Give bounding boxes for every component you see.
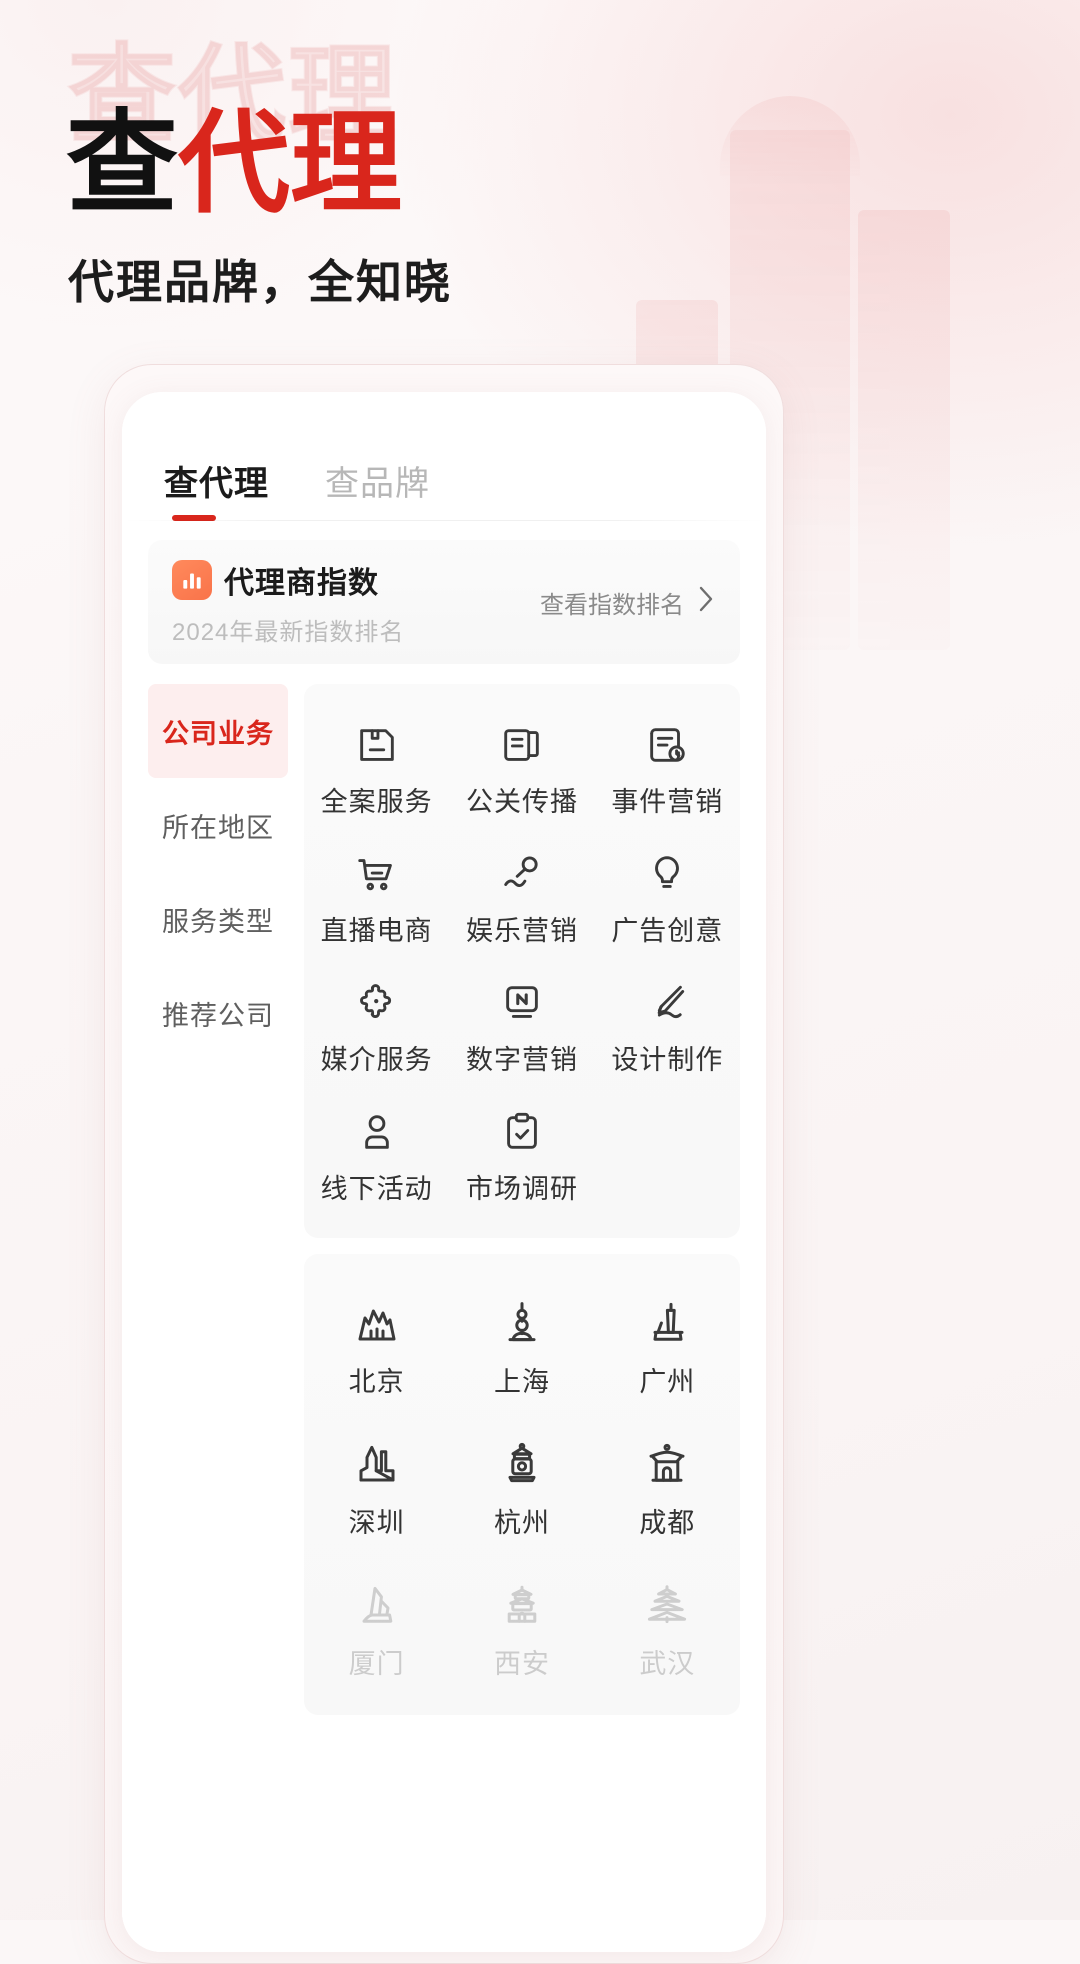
sidebar-item-company-business[interactable]: 公司业务 (148, 684, 288, 778)
sidebar-item-label-3: 推荐公司 (162, 1000, 274, 1031)
sidebar-item-recommended-company[interactable]: 推荐公司 (148, 966, 288, 1060)
xian-bell-tower-icon (498, 1582, 546, 1630)
service-label-1: 公关传播 (465, 787, 578, 817)
puzzle-piece-icon (354, 980, 400, 1026)
view-index-ranking-link[interactable]: 查看指数排名 (540, 584, 716, 621)
service-grid-spacer (595, 1099, 740, 1214)
microphone-icon (499, 851, 545, 897)
service-item-live-ecommerce[interactable]: 直播电商 (304, 841, 449, 956)
service-label-3: 直播电商 (320, 916, 433, 946)
service-label-6: 媒介服务 (320, 1045, 433, 1075)
sidebar-item-label-2: 服务类型 (162, 906, 274, 937)
city-item-beijing[interactable]: 北京 (304, 1282, 449, 1409)
bar-chart-icon (172, 559, 212, 600)
service-label-7: 数字营销 (465, 1045, 578, 1075)
yellow-crane-tower-icon (643, 1582, 691, 1630)
city-label-1: 上海 (493, 1367, 550, 1397)
book-page-icon (499, 722, 545, 768)
service-item-entertainment-marketing[interactable]: 娱乐营销 (449, 841, 594, 956)
shopping-cart-icon (354, 851, 400, 897)
service-item-full-case[interactable]: 全案服务 (304, 712, 449, 827)
service-item-ad-creative[interactable]: 广告创意 (595, 841, 740, 956)
city-panel: 北京 上海 广州 深圳 杭州 成都 厦门 西安 武汉 (304, 1254, 740, 1715)
agency-index-title: 代理商指数 (224, 566, 379, 600)
pen-stroke-icon (644, 980, 690, 1026)
city-label-5: 成都 (639, 1508, 696, 1538)
building-tower-2 (858, 210, 950, 650)
service-label-10: 市场调研 (465, 1174, 578, 1204)
xiamen-sail-icon (353, 1582, 401, 1630)
agency-index-subtitle: 2024年最新指数排名 (172, 618, 405, 646)
city-grid: 北京 上海 广州 深圳 杭州 成都 厦门 西安 武汉 (304, 1282, 740, 1691)
city-label-2: 广州 (639, 1367, 696, 1397)
service-item-event-marketing[interactable]: 事件营销 (595, 712, 740, 827)
tab-divider (122, 520, 766, 521)
page-title-part-black: 查 (66, 101, 178, 226)
document-clock-icon (644, 722, 690, 768)
city-item-chengdu[interactable]: 成都 (595, 1423, 740, 1550)
tab-agency[interactable]: 查代理 (164, 456, 269, 521)
pagoda-lantern-icon (498, 1441, 546, 1489)
agency-index-card[interactable]: 代理商指数 2024年最新指数排名 查看指数排名 (148, 540, 740, 664)
city-label-4: 杭州 (493, 1508, 550, 1538)
sidebar-item-region[interactable]: 所在地区 (148, 778, 288, 872)
city-label-6: 厦门 (348, 1649, 405, 1679)
page-title: 查代理 (66, 108, 402, 220)
canton-tower-icon (643, 1300, 691, 1348)
city-item-wuhan[interactable]: 武汉 (595, 1564, 740, 1691)
city-label-8: 武汉 (639, 1649, 696, 1679)
screen-bottom-fade (122, 1802, 766, 1952)
lightbulb-icon (644, 851, 690, 897)
content-row: 公司业务 所在地区 服务类型 推荐公司 全案服务 公关传播 事件营销 直播电商 … (148, 684, 740, 1715)
phone-screen: 查代理 查品牌 代理商指数 2024年最新指数排名 查看指数排名 公司业务 所在… (122, 392, 766, 1952)
service-item-media-service[interactable]: 媒介服务 (304, 970, 449, 1085)
clipboard-check-icon (499, 1109, 545, 1155)
service-label-0: 全案服务 (320, 787, 433, 817)
service-item-design-production[interactable]: 设计制作 (595, 970, 740, 1085)
city-item-shenzhen[interactable]: 深圳 (304, 1423, 449, 1550)
service-item-market-research[interactable]: 市场调研 (449, 1099, 594, 1214)
chevron-right-icon (696, 584, 716, 621)
service-item-pr-communication[interactable]: 公关传播 (449, 712, 594, 827)
person-icon (354, 1109, 400, 1155)
city-label-0: 北京 (348, 1367, 405, 1397)
tab-brand[interactable]: 查品牌 (325, 456, 430, 505)
city-item-hangzhou[interactable]: 杭州 (449, 1423, 594, 1550)
tab-agency-label: 查代理 (164, 464, 269, 503)
city-item-guangzhou[interactable]: 广州 (595, 1282, 740, 1409)
view-index-ranking-label: 查看指数排名 (540, 591, 684, 619)
service-label-5: 广告创意 (611, 916, 724, 946)
city-label-7: 西安 (493, 1649, 550, 1679)
tab-brand-label: 查品牌 (325, 464, 430, 503)
service-label-2: 事件营销 (611, 787, 724, 817)
page-subtitle: 代理品牌，全知晓 (68, 256, 452, 308)
sidebar-item-label-0: 公司业务 (162, 718, 274, 749)
city-label-3: 深圳 (348, 1508, 405, 1538)
service-item-offline-event[interactable]: 线下活动 (304, 1099, 449, 1214)
service-label-9: 线下活动 (320, 1174, 433, 1204)
chengdu-gate-icon (643, 1441, 691, 1489)
service-item-digital-marketing[interactable]: 数字营销 (449, 970, 594, 1085)
service-label-4: 娱乐营销 (465, 916, 578, 946)
sidebar-item-service-type[interactable]: 服务类型 (148, 872, 288, 966)
city-item-xiamen[interactable]: 厦门 (304, 1564, 449, 1691)
category-sidebar: 公司业务 所在地区 服务类型 推荐公司 (148, 684, 288, 1715)
sidebar-item-label-1: 所在地区 (162, 812, 274, 843)
city-item-xian[interactable]: 西安 (449, 1564, 594, 1691)
n-monitor-icon (499, 980, 545, 1026)
document-save-icon (354, 722, 400, 768)
great-wall-icon (353, 1300, 401, 1348)
tab-bar: 查代理 查品牌 (122, 440, 766, 521)
service-panel: 全案服务 公关传播 事件营销 直播电商 娱乐营销 广告创意 媒介服务 数字营销 … (304, 684, 740, 1238)
oriental-pearl-tower-icon (498, 1300, 546, 1348)
shenzhen-skyline-icon (353, 1441, 401, 1489)
service-grid: 全案服务 公关传播 事件营销 直播电商 娱乐营销 广告创意 媒介服务 数字营销 … (304, 712, 740, 1214)
service-label-8: 设计制作 (611, 1045, 724, 1075)
page-title-part-red: 代理 (178, 101, 402, 226)
city-item-shanghai[interactable]: 上海 (449, 1282, 594, 1409)
